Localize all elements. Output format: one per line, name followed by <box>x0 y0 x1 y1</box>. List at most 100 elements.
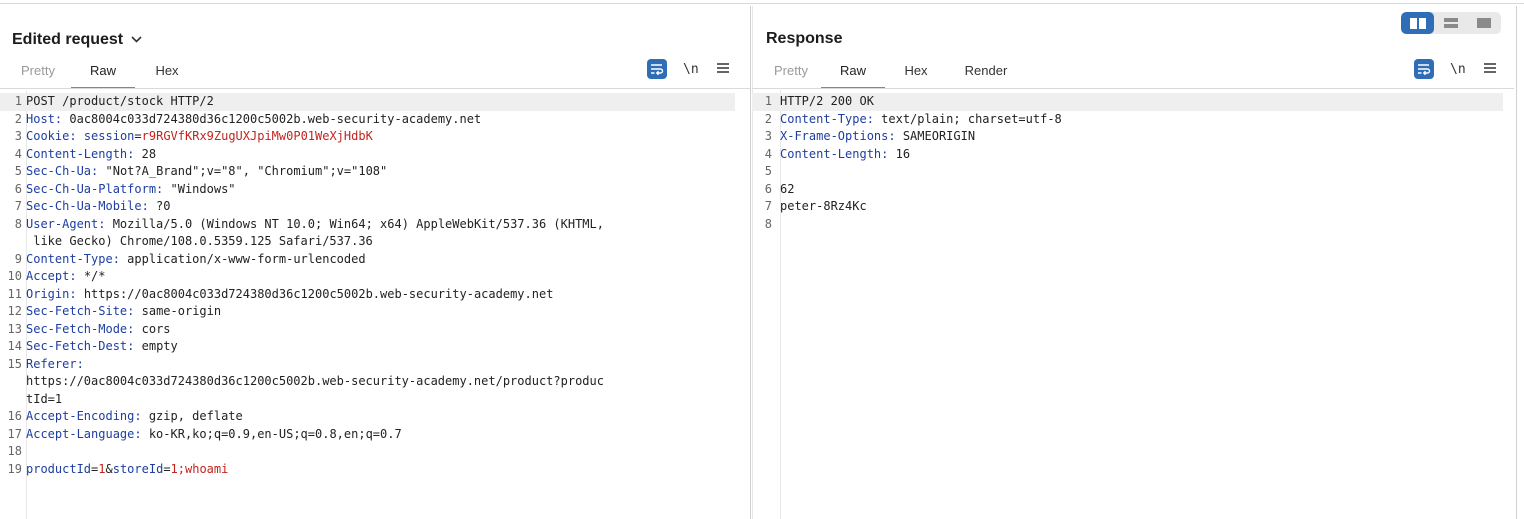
line-number: 15 <box>7 356 22 371</box>
editor-line: 1 HTTP/2 200 OK <box>752 93 1503 111</box>
header-value: application/x-www-form-urlencoded <box>119 251 366 266</box>
request-editor[interactable]: 1 POST /product/stock HTTP/2 2 Host: 0ac800… <box>0 90 750 519</box>
header-colon: : <box>69 269 77 283</box>
header-name: Content-Type <box>26 251 113 266</box>
editor-line: 4 Content-Length: 28 <box>0 146 750 164</box>
editor-line: 15 Referer: https://0ac8004c033d724380d36c… <box>0 356 750 409</box>
line-number: 8 <box>14 216 22 231</box>
header-name: Accept-Encoding <box>26 409 135 423</box>
header-value <box>77 129 84 143</box>
wrapped-continuation: https://0ac8004c033d724380d36c1200c5002b… <box>26 374 604 388</box>
tabbar-divider <box>752 88 1514 89</box>
tab-raw[interactable]: Raw <box>71 60 135 89</box>
param-value: 1;whoami <box>170 461 229 476</box>
response-pane: Response Pretty Raw Hex Render \n 1 HTTP/… <box>752 6 1514 519</box>
header-value: ?0 <box>148 199 171 213</box>
response-tabs: Pretty Raw Hex Render <box>761 60 1025 89</box>
header-name: X-Frame-Options <box>780 129 889 143</box>
tab-raw[interactable]: Raw <box>821 60 885 89</box>
header-name: Sec-Ch-Ua-Platform <box>26 181 157 196</box>
cookie-name: session <box>83 129 135 143</box>
header-name: Referer <box>26 356 77 371</box>
chevron-down-icon[interactable] <box>131 30 142 48</box>
tab-render[interactable]: Render <box>947 60 1025 87</box>
line-text: peter-8Rz4Kc <box>780 199 867 213</box>
line-number: 10 <box>7 269 22 283</box>
tab-hex[interactable]: Hex <box>885 60 947 87</box>
header-name: Origin <box>26 286 70 301</box>
line-number: 2 <box>764 111 772 126</box>
line-number: 19 <box>7 461 22 476</box>
header-name: Cookie <box>26 129 70 143</box>
newline-toggle[interactable]: \n <box>683 62 699 77</box>
header-colon: : <box>69 129 77 143</box>
newline-toggle[interactable]: \n <box>1450 62 1466 77</box>
pane-divider[interactable] <box>750 6 751 519</box>
word-wrap-icon[interactable] <box>1414 59 1434 79</box>
line-number: 13 <box>7 321 22 336</box>
line-number: 3 <box>764 129 772 143</box>
line-number: 4 <box>14 146 22 161</box>
editor-line: 12 Sec-Fetch-Site: same-origin <box>0 303 750 321</box>
request-pane: Edited request Pretty Raw Hex \n 1 POST /… <box>0 6 750 519</box>
header-value: "Windows" <box>163 181 236 196</box>
response-tools: \n <box>1414 59 1496 79</box>
editor-line: 13 Sec-Fetch-Mode: cors <box>0 321 750 339</box>
tab-hex[interactable]: Hex <box>135 60 199 87</box>
editor-line: 2 Host: 0ac8004c033d724380d36c1200c5002b.… <box>0 111 750 129</box>
header-colon: : <box>134 409 142 423</box>
param-value: 1 <box>98 461 106 476</box>
wrapped-continuation: tId=1 <box>26 391 63 406</box>
header-name: Sec-Fetch-Site <box>26 304 128 318</box>
tab-pretty[interactable]: Pretty <box>761 60 821 87</box>
header-value: Mozilla/5.0 (Windows NT 10.0; Win64; x64… <box>105 216 604 231</box>
header-name: Sec-Ch-Ua <box>26 164 92 178</box>
right-edge <box>1516 6 1517 519</box>
request-title[interactable]: Edited request <box>12 30 142 49</box>
editor-line: 5 <box>752 163 1514 181</box>
header-value: cors <box>134 321 171 336</box>
line-number: 1 <box>764 94 772 108</box>
editor-line: 6 Sec-Ch-Ua-Platform: "Windows" <box>0 181 750 199</box>
response-lines: 1 HTTP/2 200 OK 2 Content-Type: text/plain;… <box>752 93 1514 233</box>
param-equals: = <box>163 461 171 476</box>
editor-line: 7 peter-8Rz4Kc <box>752 198 1514 216</box>
header-colon: : <box>69 286 77 301</box>
tab-pretty[interactable]: Pretty <box>5 60 71 87</box>
line-number: 6 <box>14 181 22 196</box>
header-name: User-Agent <box>26 216 99 231</box>
header-value: gzip, deflate <box>141 409 243 423</box>
header-name: Content-Length <box>26 146 128 161</box>
editor-line: 7 Sec-Ch-Ua-Mobile: ?0 <box>0 198 750 216</box>
editor-line: 19 productId=1&storeId=1;whoami <box>0 461 750 479</box>
line-text: HTTP/2 200 OK <box>780 94 874 108</box>
param-name: storeId <box>112 461 164 476</box>
header-value: 16 <box>888 146 911 161</box>
hamburger-menu-icon[interactable] <box>1483 60 1496 78</box>
request-tools: \n <box>647 59 729 79</box>
word-wrap-icon[interactable] <box>647 59 667 79</box>
editor-line: 3 Cookie: session=r9RGVfKRx9ZugUXJpiMw0P0… <box>0 128 750 146</box>
header-name: Content-Type <box>780 111 867 126</box>
line-number: 3 <box>14 129 22 143</box>
header-value: same-origin <box>134 304 222 318</box>
header-name: Sec-Fetch-Dest <box>26 339 128 353</box>
editor-line: 9 Content-Type: application/x-www-form-ur… <box>0 251 750 269</box>
header-name: Accept-Language <box>26 426 135 441</box>
request-lines: 1 POST /product/stock HTTP/2 2 Host: 0ac800… <box>0 93 750 478</box>
header-colon: : <box>76 356 84 371</box>
editor-line: 16 Accept-Encoding: gzip, deflate <box>0 408 750 426</box>
request-tabs: Pretty Raw Hex <box>5 60 199 89</box>
header-value: 28 <box>134 146 157 161</box>
line-number: 6 <box>764 181 772 196</box>
tabbar-divider <box>0 88 750 89</box>
line-number: 7 <box>14 199 22 213</box>
hamburger-menu-icon[interactable] <box>716 60 729 78</box>
editor-line: 17 Accept-Language: ko-KR,ko;q=0.9,en-US;… <box>0 426 750 444</box>
header-value: https://0ac8004c033d724380d36c1200c5002b… <box>76 286 554 301</box>
editor-line: 4 Content-Length: 16 <box>752 146 1514 164</box>
response-editor[interactable]: 1 HTTP/2 200 OK 2 Content-Type: text/plain;… <box>752 90 1514 519</box>
line-number: 14 <box>7 339 22 353</box>
top-border <box>0 3 1524 4</box>
param-name: productId <box>26 461 92 476</box>
